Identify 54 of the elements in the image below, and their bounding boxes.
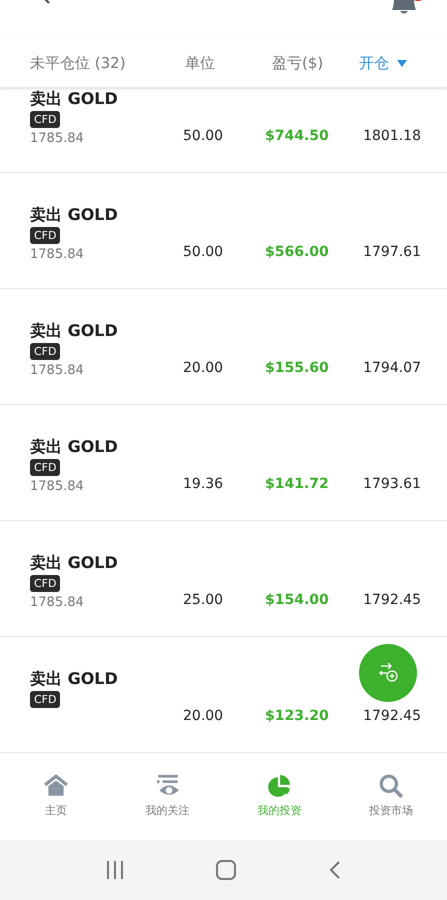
units-value: 50.00 xyxy=(183,243,224,262)
units-value: 19.36 xyxy=(183,475,224,494)
units-value: 50.00 xyxy=(183,127,224,146)
current-price: 1785.84 xyxy=(30,362,84,380)
position-title: 卖出 GOLD xyxy=(30,436,118,458)
units-value: 20.00 xyxy=(183,359,224,378)
transfer-plus-icon xyxy=(377,663,399,683)
nav-tab[interactable]: 我的关注 xyxy=(112,753,224,830)
recent-apps-icon[interactable] xyxy=(105,861,126,879)
profit-value: $744.50 xyxy=(265,127,330,146)
pie-chart-icon xyxy=(266,773,292,799)
open-price: 1792.45 xyxy=(362,707,421,726)
search-icon xyxy=(378,773,404,799)
profit-value: $123.20 xyxy=(265,707,330,726)
profit-value: $566.00 xyxy=(265,243,330,262)
units-value: 20.00 xyxy=(183,707,224,726)
nav-tab[interactable]: 投资市场 xyxy=(335,753,447,830)
instrument-tag: CFD xyxy=(30,459,60,476)
column-header: 盈亏($) xyxy=(272,53,324,74)
instrument-tag: CFD xyxy=(30,227,60,244)
home-icon xyxy=(42,773,69,799)
position-title: 卖出 GOLD xyxy=(30,88,118,110)
open-price: 1794.07 xyxy=(362,359,421,378)
instrument-tag: CFD xyxy=(30,111,60,128)
nav-tab[interactable]: 主页 xyxy=(0,753,112,830)
units-value: 25.00 xyxy=(183,591,224,610)
position-title: 卖出 GOLD xyxy=(30,552,118,574)
profit-value: $155.60 xyxy=(265,359,330,378)
instrument-tag: CFD xyxy=(30,575,60,592)
profit-value: $141.72 xyxy=(265,475,330,494)
profit-value: $154.00 xyxy=(265,591,330,610)
back-icon[interactable] xyxy=(328,860,342,880)
instrument-tag: CFD xyxy=(30,343,60,360)
home-button-icon[interactable] xyxy=(215,859,238,881)
instrument-tag: CFD xyxy=(30,691,60,708)
position-row[interactable]: 卖出 GOLD CFD 1785.84 19.36 $141.72 1793.61 xyxy=(0,405,447,521)
open-price: 1801.18 xyxy=(362,127,421,146)
position-row[interactable]: 卖出 GOLD CFD 1785.84 25.00 $154.00 1792.45 xyxy=(0,521,447,637)
position-row[interactable]: 卖出 GOLD CFD 1785.84 20.00 $155.60 1794.07 xyxy=(0,289,447,405)
column-header: 单位 xyxy=(185,53,216,74)
column-header: 未平仓位 (32) xyxy=(30,53,127,74)
position-title: 卖出 GOLD xyxy=(30,204,118,226)
position-title: 卖出 GOLD xyxy=(30,320,118,342)
current-price: 1785.84 xyxy=(30,246,84,264)
position-row[interactable]: 卖出 GOLD CFD 1785.84 50.00 $744.50 1801.18 xyxy=(0,88,447,173)
position-row[interactable]: 卖出 GOLD CFD 1785.84 50.00 $566.00 1797.61 xyxy=(0,173,447,289)
open-price: 1792.45 xyxy=(362,591,421,610)
current-price: 1785.84 xyxy=(30,478,84,496)
open-price: 1793.61 xyxy=(362,475,421,494)
current-price: 1785.84 xyxy=(30,130,84,148)
open-price: 1797.61 xyxy=(362,243,421,262)
position-title: 卖出 GOLD xyxy=(30,668,118,690)
caret-down-icon xyxy=(397,60,407,67)
current-price: 1785.84 xyxy=(30,594,84,612)
